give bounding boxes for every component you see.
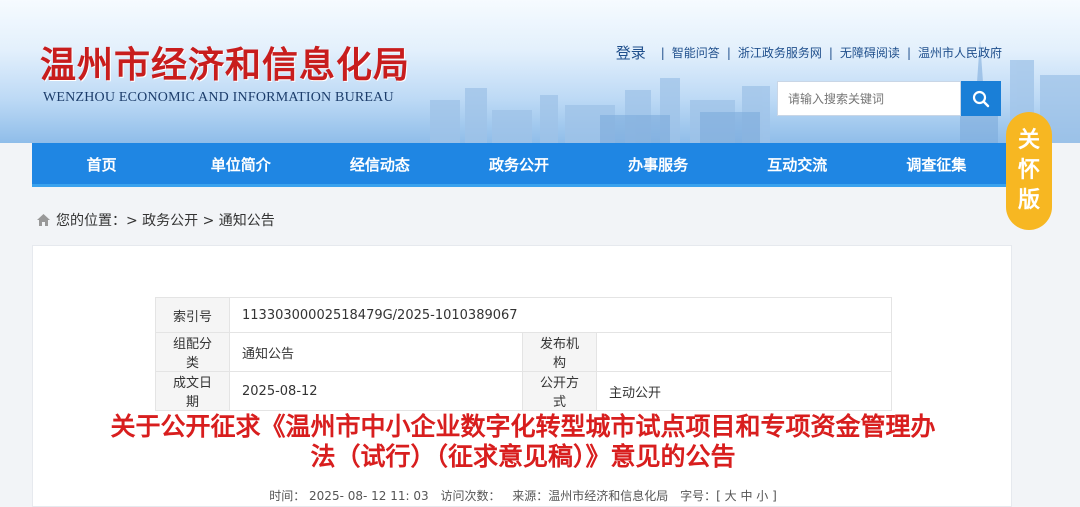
search-icon [972,90,990,107]
document-meta-table: 索引号 11330300002518479G/2025-1010389067 组… [155,297,892,411]
breadcrumb: 您的位置： > 政务公开 > 通知公告 [37,210,275,230]
article-source: 来源：温州市经济和信息化局 [512,489,669,503]
link-zj-gov-service[interactable]: 浙江政务服务网 [738,44,822,61]
divider: | [660,45,665,60]
meta-label: 发布机构 [522,332,597,372]
table-row: 组配分类 通知公告 发布机构 [155,332,892,372]
care-version-button[interactable]: 关 怀 版 [1006,112,1052,230]
login-link[interactable]: 登录 [616,42,646,63]
search-input[interactable] [777,81,961,116]
main-nav: 首页 单位简介 经信动态 政务公开 办事服务 互动交流 调查征集 [32,143,1006,187]
care-char: 关 [1017,128,1040,153]
search-box [777,81,1001,116]
meta-label: 组配分类 [155,332,230,372]
meta-label: 索引号 [155,297,230,333]
article-title: 关于公开征求《温州市中小企业数字化转型城市试点项目和专项资金管理办 法（试行）（… [33,412,1013,472]
table-row: 索引号 11330300002518479G/2025-1010389067 [155,297,892,333]
breadcrumb-path[interactable]: > 政务公开 > 通知公告 [126,210,275,230]
divider: | [726,45,731,60]
article-info: 时间： 2025- 08- 12 11: 03 访问次数： 来源：温州市经济和信… [33,487,1013,504]
nav-services[interactable]: 办事服务 [589,143,728,184]
search-button[interactable] [961,81,1001,116]
meta-value: 主动公开 [596,371,892,411]
site-header: 温州市经济和信息化局 WENZHOU ECONOMIC AND INFORMAT… [0,0,1080,143]
home-icon [37,214,50,226]
meta-value: 2025-08-12 [229,371,523,411]
meta-label: 公开方式 [522,371,597,411]
nav-home[interactable]: 首页 [32,143,171,184]
table-row: 成文日期 2025-08-12 公开方式 主动公开 [155,371,892,411]
site-logo-title[interactable]: 温州市经济和信息化局 [40,36,410,88]
top-links: 登录 | 智能问答 | 浙江政务服务网 | 无障碍阅读 | 温州市人民政府 [616,42,1002,63]
nav-gov-affairs[interactable]: 政务公开 [449,143,588,184]
nav-news[interactable]: 经信动态 [310,143,449,184]
publish-time: 时间： 2025- 08- 12 11: 03 [269,489,429,503]
care-char: 版 [1017,188,1040,213]
divider: | [906,45,911,60]
meta-label: 成文日期 [155,371,230,411]
visit-count-label: 访问次数： [440,489,501,503]
nav-survey[interactable]: 调查征集 [867,143,1006,184]
link-smart-qa[interactable]: 智能问答 [672,44,720,61]
article-title-line: 法（试行）（征求意见稿）》意见的公告 [310,442,736,471]
meta-value: 通知公告 [229,332,523,372]
meta-value: 11330300002518479G/2025-1010389067 [229,297,892,333]
site-logo-subtitle: WENZHOU ECONOMIC AND INFORMATION BUREAU [43,90,394,105]
link-wz-gov[interactable]: 温州市人民政府 [918,44,1002,61]
font-size-switch[interactable]: 字号：[ 大 中 小 ] [680,489,777,503]
article-title-line: 关于公开征求《温州市中小企业数字化转型城市试点项目和专项资金管理办 [110,412,936,441]
divider: | [828,45,833,60]
breadcrumb-label: 您的位置： [56,213,126,229]
article-card: 索引号 11330300002518479G/2025-1010389067 组… [32,245,1012,507]
meta-value [596,332,892,372]
link-accessibility[interactable]: 无障碍阅读 [840,44,900,61]
nav-interaction[interactable]: 互动交流 [728,143,867,184]
care-char: 怀 [1017,158,1040,183]
nav-about[interactable]: 单位简介 [171,143,310,184]
